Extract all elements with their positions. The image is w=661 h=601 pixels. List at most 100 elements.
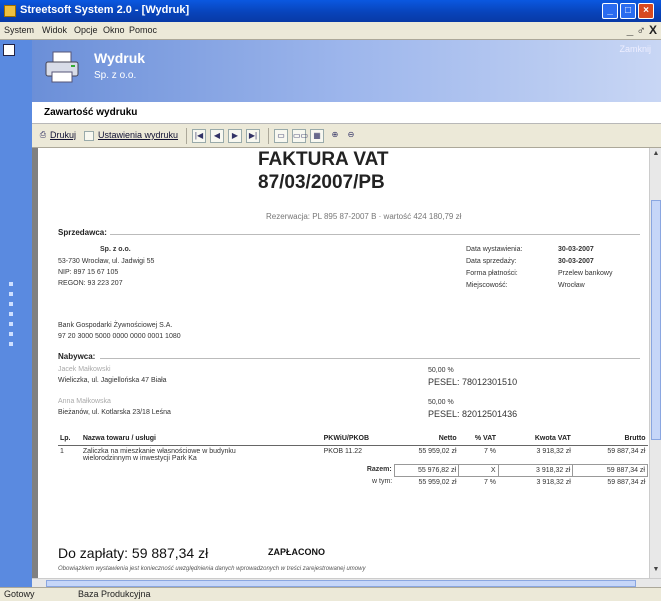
scroll-up-icon[interactable]: ▲ <box>651 150 661 160</box>
divider <box>100 358 640 359</box>
seller-account: 97 20 3000 5000 0000 0000 0001 1080 <box>58 333 181 340</box>
table-header-row: Lp. Nazwa towaru / usługi PKWiU/PKOB Net… <box>58 432 648 446</box>
seller-bank: Bank Gospodarki Żywnościowej S.A. <box>58 322 173 329</box>
place-label: Miejscowość: <box>466 282 508 289</box>
module-header: Wydruk Sp. z o.o. Zamknij <box>32 40 661 102</box>
menu-system[interactable]: System <box>4 25 34 35</box>
prev-page-icon[interactable]: ◀ <box>210 129 224 143</box>
cell-lp: 1 <box>60 448 64 455</box>
cell-pkwiu: PKOB 11.22 <box>323 448 363 455</box>
page-setup-icon[interactable] <box>84 131 94 141</box>
vertical-scrollbar[interactable]: ▲ ▼ <box>649 148 661 578</box>
print-settings-button[interactable]: Ustawienia wydruku <box>98 130 178 140</box>
buyer-address: Wieliczka, ul. Jagiellońska 47 Biała <box>58 377 167 384</box>
seller-name: Sp. z o.o. <box>100 246 131 253</box>
print-icon[interactable]: ⎙ <box>36 129 50 143</box>
scroll-thumb[interactable] <box>46 580 636 587</box>
nav-dot-icon <box>9 292 13 296</box>
side-nav-strip[interactable] <box>0 40 32 587</box>
item-name-line: wielorodzinnym w inwestycji Park Ka <box>82 455 197 462</box>
menu-options[interactable]: Opcje <box>74 25 98 35</box>
print-button[interactable]: Drukuj <box>50 130 76 140</box>
window-title: Streetsoft System 2.0 - [Wydruk] <box>20 4 190 16</box>
report-toolbar: ⎙ Drukuj Ustawienia wydruku |◀ ◀ ▶ ▶| ▭ … <box>32 124 661 148</box>
nav-dot-icon <box>9 302 13 306</box>
buyer-address: Bieżanów, ul. Kotlarska 23/18 Leśna <box>58 409 171 416</box>
buyer-name: Jacek Małkowski <box>58 366 111 373</box>
place-value: Wrocław <box>558 282 585 289</box>
scroll-thumb[interactable] <box>651 200 661 440</box>
subtotal-vat-amount: 3 918,32 zł <box>536 478 571 486</box>
invoice-items-table: Lp. Nazwa towaru / usługi PKWiU/PKOB Net… <box>58 432 648 488</box>
mdi-window-controls[interactable]: _ ♂ X <box>627 23 657 37</box>
multi-pages-icon[interactable]: ▦ <box>310 129 324 143</box>
divider <box>110 234 640 235</box>
column-header: Netto <box>394 432 459 446</box>
seller-address: 53-730 Wrocław, ul. Jadwigi 55 <box>58 258 155 265</box>
column-header: Kwota VAT <box>498 432 573 446</box>
buyer-name: Anna Małkowska <box>58 398 111 405</box>
menu-window[interactable]: Okno <box>103 25 125 35</box>
buyer-share: 50,00 % <box>428 367 454 374</box>
section-title: Zawartość wydruku <box>44 107 138 118</box>
cell-vat-pct: 7 % <box>483 448 497 455</box>
subtotal-vat-pct: 7 % <box>483 478 497 486</box>
two-pages-icon[interactable]: ▭▭ <box>292 129 308 143</box>
amount-due: Do zapłaty: 59 887,34 zł <box>58 545 209 561</box>
column-header: % VAT <box>458 432 499 446</box>
horizontal-scrollbar[interactable] <box>32 578 661 587</box>
cell-netto: 55 959,02 zł <box>418 448 457 455</box>
window-titlebar[interactable]: Streetsoft System 2.0 - [Wydruk] _ □ × <box>0 0 661 22</box>
subtotal-netto: 55 959,02 zł <box>418 478 457 486</box>
table-total-row: Razem: 55 976,82 zł X 3 918,32 zł 59 887… <box>58 463 648 477</box>
cell-vat-amount: 3 918,32 zł <box>536 448 571 455</box>
total-label: Razem: <box>366 466 392 473</box>
status-database: Baza Produkcyjna <box>78 589 151 599</box>
nav-dot-icon <box>9 312 13 316</box>
header-close-link[interactable]: Zamknij <box>619 44 651 54</box>
issue-date: 30-03-2007 <box>558 246 594 253</box>
buyer-pesel: PESEL: 82012501436 <box>428 409 518 419</box>
maximize-button[interactable]: □ <box>620 3 636 19</box>
last-page-icon[interactable]: ▶| <box>246 129 260 143</box>
sale-date-label: Data sprzedaży: <box>466 258 517 265</box>
single-page-icon[interactable]: ▭ <box>274 129 288 143</box>
paid-stamp: ZAPŁACONO <box>268 547 325 557</box>
status-bar: Gotowy Baza Produkcyjna <box>0 587 661 601</box>
menu-view[interactable]: Widok <box>42 25 67 35</box>
payment-label: Forma płatności: <box>466 270 518 277</box>
collapse-icon[interactable] <box>3 44 15 56</box>
subtotal-brutto: 59 887,34 zł <box>607 478 646 486</box>
buyer-label: Nabywca: <box>58 352 96 361</box>
legal-note: Obowiązkiem wystawienia jest konieczność… <box>58 566 366 572</box>
scroll-down-icon[interactable]: ▼ <box>651 566 661 576</box>
menu-help[interactable]: Pomoc <box>129 25 157 35</box>
invoice-number: 87/03/2007/PB <box>258 172 385 193</box>
first-page-icon[interactable]: |◀ <box>192 129 206 143</box>
total-vat-amount: 3 918,32 zł <box>497 463 574 477</box>
column-header: PKWiU/PKOB <box>321 432 395 446</box>
status-left: Gotowy <box>4 589 35 599</box>
column-header: Nazwa towaru / usługi <box>80 432 322 446</box>
total-brutto: 59 887,34 zł <box>572 463 648 477</box>
buyer-share: 50,00 % <box>428 399 454 406</box>
header-title: Wydruk <box>94 50 146 66</box>
nav-dot-icon <box>9 322 13 326</box>
zoom-out-icon[interactable]: ⊖ <box>344 129 358 143</box>
minimize-button[interactable]: _ <box>602 3 618 19</box>
toolbar-separator <box>186 128 187 144</box>
nav-dot-icon <box>9 282 13 286</box>
close-button[interactable]: × <box>638 3 654 19</box>
invoice-reference: Rezerwacja: PL 895 87-2007 B · wartość 4… <box>266 212 462 221</box>
section-bar: Zawartość wydruku <box>32 102 661 124</box>
column-header: Brutto <box>572 432 648 446</box>
seller-nip: NIP: 897 15 67 105 <box>58 269 119 276</box>
next-page-icon[interactable]: ▶ <box>228 129 242 143</box>
zoom-in-icon[interactable]: ⊕ <box>328 129 342 143</box>
item-name-line: Zaliczka na mieszkanie własnościowe w bu… <box>82 448 236 455</box>
total-netto: 55 976,82 zł <box>393 463 460 477</box>
report-viewer[interactable]: FAKTURA VAT 87/03/2007/PB Rezerwacja: PL… <box>32 148 649 578</box>
header-subtitle: Sp. z o.o. <box>94 70 137 81</box>
payment-method: Przelew bankowy <box>558 270 613 277</box>
invoice-page: FAKTURA VAT 87/03/2007/PB Rezerwacja: PL… <box>38 148 649 578</box>
